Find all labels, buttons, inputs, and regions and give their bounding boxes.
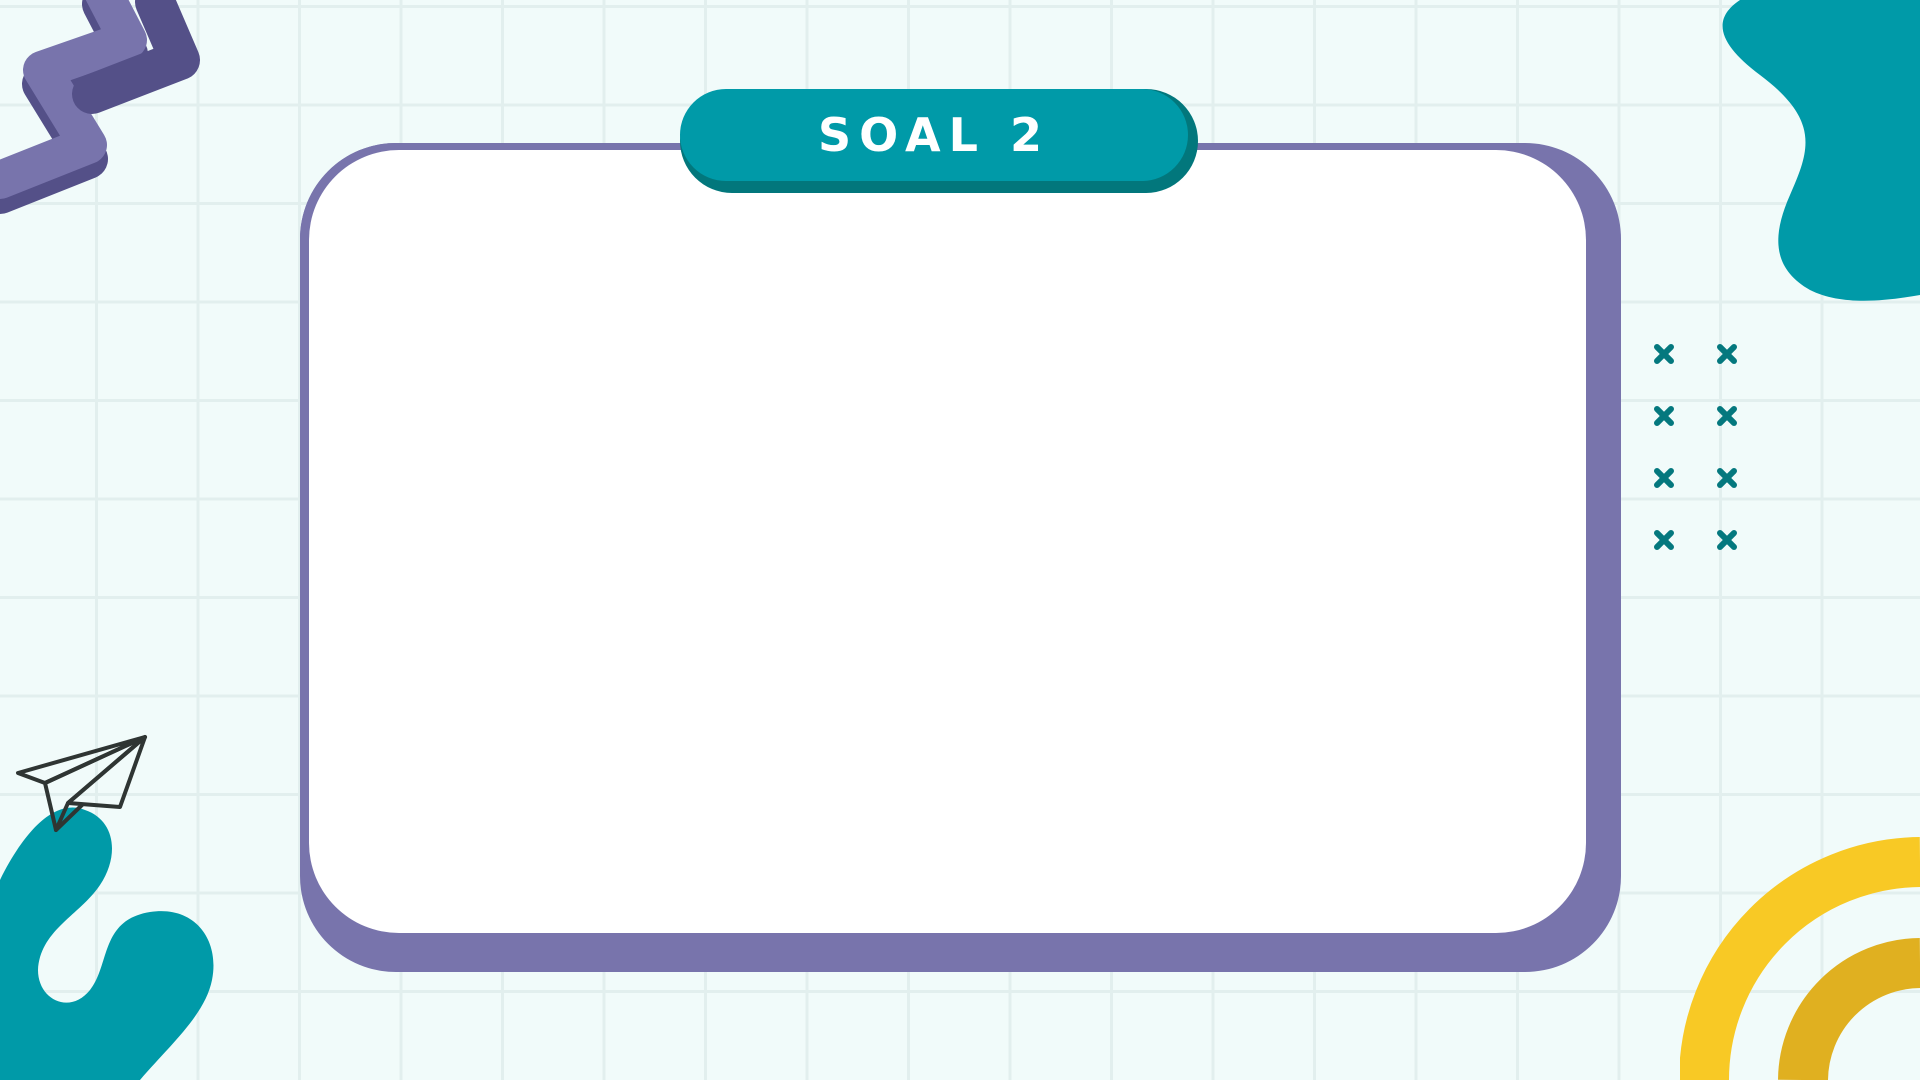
x-mark-icon <box>1654 344 1674 364</box>
x-mark-icon <box>1654 406 1674 426</box>
teal-blob-bottom-left <box>0 807 214 1080</box>
purple-zigzag-decoration <box>0 0 200 214</box>
x-marks-pattern <box>1654 344 1737 550</box>
teal-blob-top-right <box>1722 0 1920 301</box>
rainbow-arc-decoration <box>1680 837 1920 1080</box>
x-mark-icon <box>1717 468 1737 488</box>
x-mark-icon <box>1717 344 1737 364</box>
content-card <box>309 150 1586 933</box>
title-pill: SOAL 2 <box>680 89 1188 181</box>
x-mark-icon <box>1654 468 1674 488</box>
x-mark-icon <box>1717 406 1737 426</box>
slide-title: SOAL 2 <box>818 108 1050 162</box>
x-mark-icon <box>1654 530 1674 550</box>
paper-plane-icon <box>16 735 147 832</box>
x-mark-icon <box>1717 530 1737 550</box>
